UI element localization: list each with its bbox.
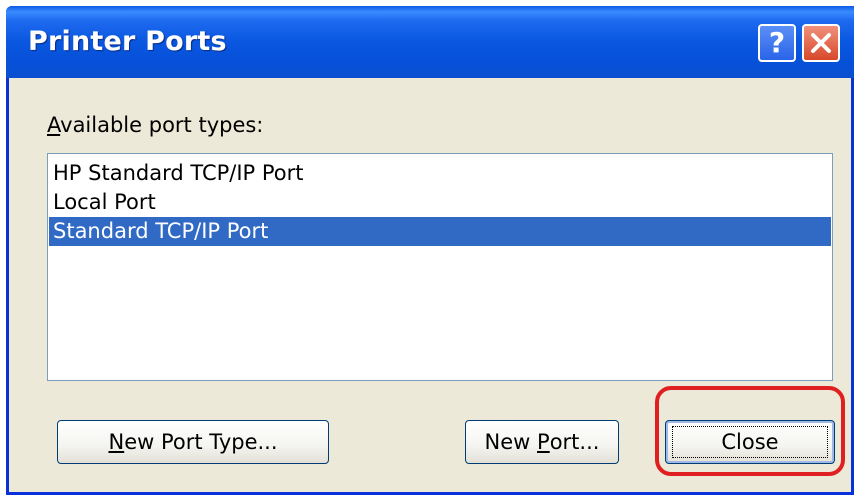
new-port-label-pre: New — [484, 430, 538, 454]
help-button[interactable]: ? — [758, 24, 796, 62]
close-button[interactable]: Close — [665, 420, 835, 464]
port-types-listbox[interactable]: HP Standard TCP/IP Port Local Port Stand… — [47, 153, 833, 381]
printer-ports-dialog: Printer Ports ? Available port types: HP… — [6, 6, 854, 495]
new-port-type-button[interactable]: New Port Type... — [57, 420, 329, 464]
help-icon: ? — [768, 26, 786, 59]
dialog-title: Printer Ports — [28, 26, 227, 57]
list-item-local-port[interactable]: Local Port — [49, 188, 831, 217]
list-item-hp-standard-tcpip-port[interactable]: HP Standard TCP/IP Port — [49, 159, 831, 188]
list-item-standard-tcpip-port[interactable]: Standard TCP/IP Port — [49, 217, 831, 246]
new-port-label: ort... — [549, 430, 600, 454]
label-text: vailable port types: — [60, 113, 264, 137]
close-x-icon — [811, 33, 831, 53]
new-port-mnemonic: P — [537, 430, 550, 454]
new-port-type-label: ew Port Type... — [124, 430, 278, 454]
title-close-button[interactable] — [802, 24, 840, 62]
available-port-types-label: Available port types: — [47, 113, 263, 137]
new-port-type-mnemonic: N — [108, 430, 125, 454]
label-mnemonic: A — [47, 113, 61, 137]
close-button-label: Close — [721, 430, 779, 454]
new-port-button[interactable]: New Port... — [465, 420, 619, 464]
title-bar[interactable]: Printer Ports ? — [6, 6, 854, 78]
